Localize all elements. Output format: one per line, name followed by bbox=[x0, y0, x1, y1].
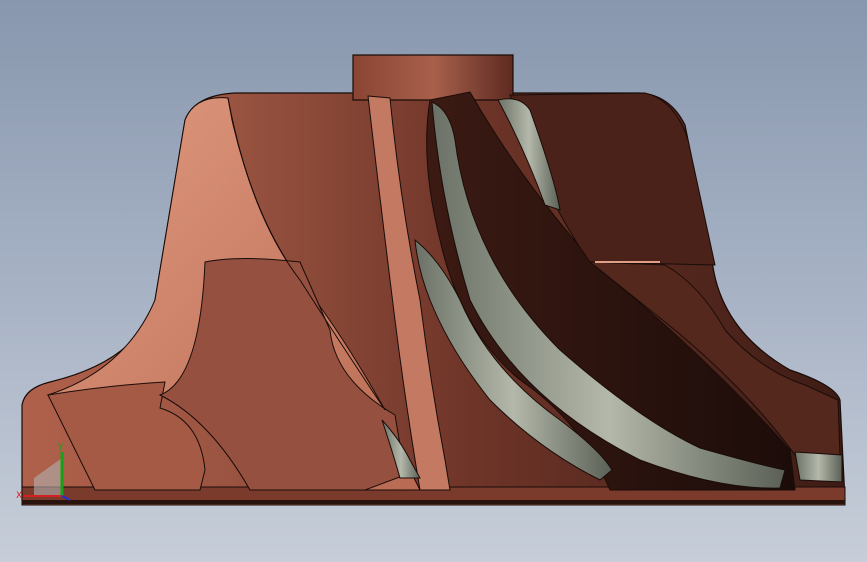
z-axis-line bbox=[61, 495, 71, 501]
fillet-far-right bbox=[794, 451, 843, 483]
y-axis-label: Y bbox=[57, 443, 64, 453]
top-boss bbox=[352, 54, 514, 101]
impeller-model[interactable] bbox=[0, 0, 867, 562]
graphics-viewport[interactable]: Y X bbox=[0, 0, 867, 562]
coordinate-triad: Y X bbox=[16, 443, 71, 501]
x-axis-label: X bbox=[16, 491, 22, 501]
base-edge bbox=[22, 500, 845, 504]
